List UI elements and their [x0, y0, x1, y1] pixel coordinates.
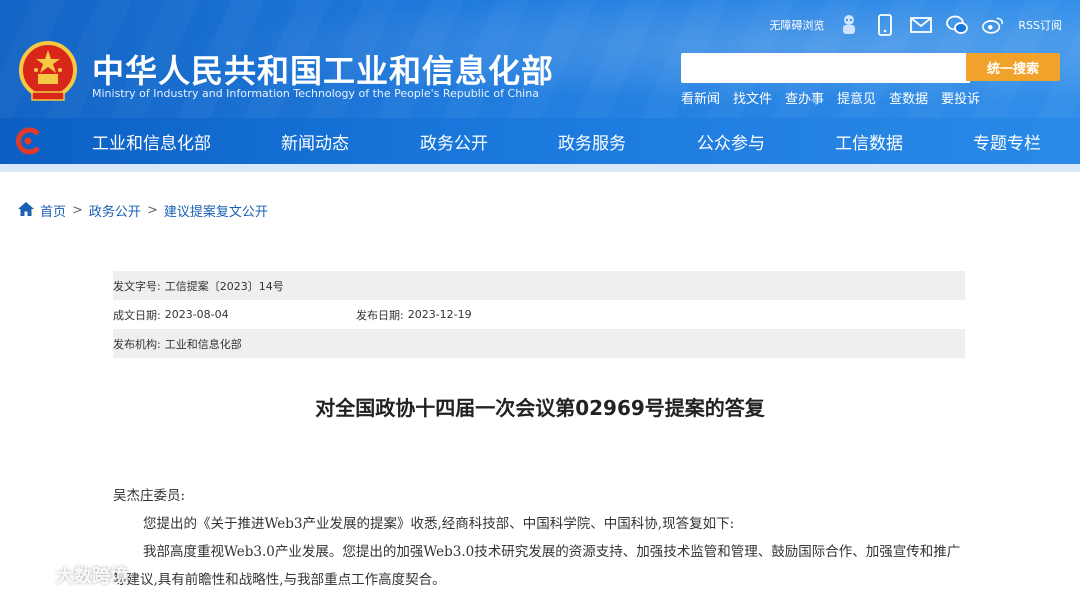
site-header: 中华人民共和国工业和信息化部 Ministry of Industry and … — [0, 0, 1080, 172]
published-date-label: 发布日期: — [356, 308, 404, 322]
breadcrumb-proposal-replies[interactable]: 建议提案复文公开 — [164, 201, 268, 220]
quick-links: 看新闻 找文件 查办事 提意见 查数据 要投诉 — [681, 88, 980, 107]
accessibility-link[interactable]: 无障碍浏览 — [769, 17, 824, 33]
nav-item-public-participation[interactable]: 公众参与 — [697, 118, 765, 164]
document-title: 对全国政协十四届一次会议第02969号提案的答复 — [315, 396, 765, 420]
doc-no-label: 发文字号: — [113, 279, 161, 293]
meta-row-issuer: 发布机构: 工业和信息化部 — [113, 329, 965, 358]
nav-item-news[interactable]: 新闻动态 — [281, 118, 349, 164]
published-date-value: 2023-12-19 — [407, 308, 472, 321]
document-body: 吴杰庄委员: 您提出的《关于推进Web3产业发展的提案》收悉,经商科技部、中国科… — [113, 482, 973, 594]
breadcrumb-separator: > — [72, 203, 83, 218]
rss-link[interactable]: RSS订阅 — [1018, 17, 1062, 33]
weibo-icon[interactable] — [982, 14, 1004, 36]
breadcrumb: 首页 > 政务公开 > 建议提案复文公开 — [18, 201, 268, 220]
salutation: 吴杰庄委员: — [113, 488, 186, 504]
mobile-phone-icon[interactable] — [874, 14, 896, 36]
document-meta: 发文字号: 工信提案〔2023〕14号 成文日期: 2023-08-04 发布日… — [113, 271, 965, 358]
nav-item-ministry[interactable]: 工业和信息化部 — [92, 118, 211, 164]
body-paragraph: 您提出的《关于推进Web3产业发展的提案》收悉,经商科技部、中国科学院、中国科协… — [143, 516, 735, 532]
quick-link-data[interactable]: 查数据 — [889, 88, 928, 107]
nav-item-gov-affairs[interactable]: 政务公开 — [420, 118, 488, 164]
doc-no-value: 工信提案〔2023〕14号 — [164, 279, 284, 293]
breadcrumb-home[interactable]: 首页 — [40, 201, 66, 220]
top-utility-links: 无障碍浏览 RSS订阅 — [769, 12, 1062, 38]
nav-divider — [0, 164, 1080, 172]
wechat-icon[interactable] — [946, 14, 969, 36]
mail-icon[interactable] — [910, 14, 933, 36]
quick-link-complaint[interactable]: 要投诉 — [941, 88, 980, 107]
breadcrumb-gov-affairs[interactable]: 政务公开 — [89, 201, 141, 220]
created-date-label: 成文日期: — [113, 308, 161, 322]
unified-search-button[interactable]: 统一搜索 — [966, 53, 1060, 81]
watermark-logo-icon — [8, 560, 50, 589]
watermark-text: 大数跨境 — [56, 565, 128, 587]
search-input[interactable] — [681, 53, 970, 83]
watermark: 大数跨境 — [8, 560, 128, 589]
national-emblem-icon[interactable] — [18, 40, 78, 104]
quick-link-services[interactable]: 查办事 — [785, 88, 824, 107]
site-subtitle: Ministry of Industry and Information Tec… — [92, 87, 539, 100]
issuer-value: 工业和信息化部 — [164, 337, 242, 351]
site-title[interactable]: 中华人民共和国工业和信息化部 — [92, 46, 554, 92]
meta-row-dates: 成文日期: 2023-08-04 发布日期: 2023-12-19 — [113, 300, 965, 329]
breadcrumb-separator: > — [146, 203, 158, 218]
nav-item-special-topics[interactable]: 专题专栏 — [973, 118, 1041, 164]
robot-assistant-icon[interactable] — [838, 14, 860, 36]
created-date-value: 2023-08-04 — [164, 308, 229, 321]
nav-item-data[interactable]: 工信数据 — [835, 118, 903, 164]
quick-link-news[interactable]: 看新闻 — [681, 88, 720, 107]
issuer-label: 发布机构: — [113, 337, 161, 351]
main-nav: 工业和信息化部 新闻动态 政务公开 政务服务 公众参与 工信数据 专题专栏 — [0, 118, 1080, 164]
quick-link-documents[interactable]: 找文件 — [733, 88, 772, 107]
meta-row-doc-no: 发文字号: 工信提案〔2023〕14号 — [113, 271, 965, 300]
body-paragraph: 我部高度重视Web3.0产业发展。您提出的加强Web3.0技术研究发展的资源支持… — [113, 544, 961, 588]
nav-logo-icon[interactable] — [14, 126, 44, 156]
home-icon[interactable] — [18, 201, 34, 220]
quick-link-feedback[interactable]: 提意见 — [837, 88, 876, 107]
nav-item-gov-services[interactable]: 政务服务 — [558, 118, 626, 164]
